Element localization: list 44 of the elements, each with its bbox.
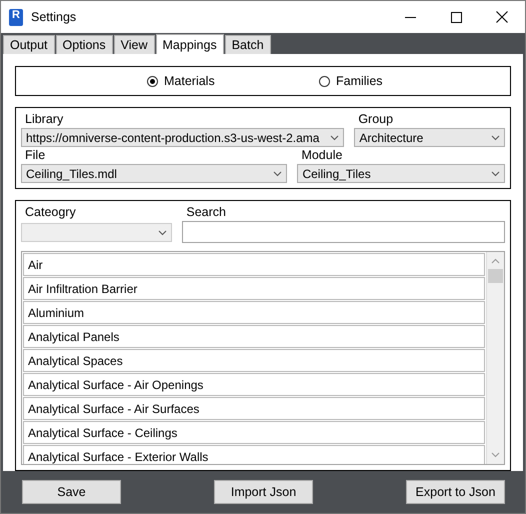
list-item[interactable]: Aluminium (23, 301, 485, 324)
chevron-icon (158, 230, 168, 236)
field-label: Cateogry (24, 204, 77, 221)
radio-button[interactable]: Families (319, 74, 491, 88)
list-item[interactable]: Analytical Surface - Exterior Walls (23, 445, 485, 464)
group-dropdown[interactable]: Architecture (354, 128, 505, 147)
app-icon: R (9, 8, 23, 26)
maximize-icon (450, 12, 462, 22)
tab[interactable]: Output (3, 35, 55, 54)
list-item[interactable]: Analytical Panels (23, 325, 485, 348)
chevron-icon (491, 134, 500, 140)
list-item[interactable]: Analytical Spaces (23, 349, 485, 372)
field-label: Library (24, 111, 64, 128)
list-item[interactable]: Analytical Surface - Air Openings (23, 373, 485, 396)
tab[interactable]: View (114, 35, 154, 54)
module-dropdown[interactable]: Ceiling_Tiles (297, 164, 505, 183)
scroll-thumb[interactable] (488, 269, 503, 283)
minimize-icon (404, 16, 416, 18)
action-button[interactable]: Export to Json (406, 480, 505, 504)
scroll-up-icon[interactable] (491, 258, 500, 264)
radio-button[interactable]: Materials (147, 74, 319, 88)
tab[interactable]: Mappings (156, 34, 224, 55)
scrollbar[interactable] (486, 252, 504, 464)
scroll-down-icon[interactable] (491, 452, 500, 458)
list-item[interactable]: Air (23, 253, 485, 276)
chevron-icon (273, 170, 282, 176)
action-button[interactable]: Import Json (214, 480, 313, 504)
list-item[interactable]: Air Infiltration Barrier (23, 277, 485, 300)
list-item[interactable]: Analytical Surface - Ceilings (23, 421, 485, 444)
tab[interactable]: Batch (224, 35, 271, 54)
library-dropdown[interactable]: https://omniverse-content-production.s3-us-west-2.ama (21, 128, 344, 147)
window-title: Settings (31, 10, 78, 24)
action-button[interactable]: Save (22, 480, 121, 504)
field-label: File (24, 147, 46, 164)
chevron-icon (330, 134, 340, 140)
list-item[interactable]: Analytical Surface - Air Surfaces (23, 397, 485, 420)
chevron-icon (491, 170, 500, 176)
search-field[interactable] (182, 221, 505, 243)
close-icon (496, 11, 508, 23)
field-label: Module (300, 147, 344, 164)
field-label: Search (185, 204, 227, 221)
tab[interactable]: Options (56, 35, 113, 54)
file-dropdown[interactable]: Ceiling_Tiles.mdl (21, 164, 288, 183)
field-label: Group (357, 111, 394, 128)
